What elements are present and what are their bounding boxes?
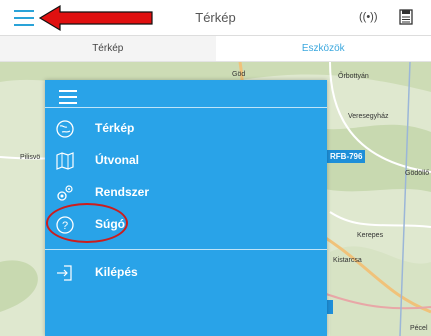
menu-item-label: Súgó bbox=[95, 217, 125, 231]
tab-bar: Térkép Eszközök bbox=[0, 36, 431, 62]
menu-divider bbox=[45, 249, 327, 250]
menu-item-system[interactable]: Rendszer bbox=[45, 179, 327, 207]
map-label: Pécel bbox=[410, 325, 428, 332]
map-label: Veresegyház bbox=[348, 113, 389, 120]
menu-item-help[interactable]: ? Súgó bbox=[45, 211, 327, 239]
gears-icon bbox=[57, 185, 73, 201]
menu-divider bbox=[45, 107, 327, 108]
route-icon bbox=[56, 152, 74, 170]
menu-close-hamburger-icon[interactable] bbox=[59, 90, 77, 104]
notes-icon[interactable] bbox=[399, 9, 413, 25]
svg-text:?: ? bbox=[62, 220, 68, 232]
map-icon bbox=[56, 120, 74, 138]
logout-icon bbox=[57, 265, 72, 281]
menu-item-route[interactable]: Útvonal bbox=[45, 147, 327, 175]
vehicle-plate-label[interactable]: RFB-796 bbox=[327, 150, 366, 163]
help-icon: ? bbox=[56, 216, 74, 234]
map-label: Kerepes bbox=[357, 232, 384, 239]
menu-item-label: Térkép bbox=[95, 121, 135, 135]
map-label: Gödöllő bbox=[405, 170, 429, 177]
top-bar: Térkép ((•)) bbox=[0, 0, 431, 36]
map-label: Göd bbox=[232, 71, 245, 78]
menu-item-label: Kilépés bbox=[95, 265, 138, 279]
menu-item-label: Útvonal bbox=[95, 153, 140, 167]
map-label: Pilisvö bbox=[20, 154, 40, 161]
signal-icon[interactable]: ((•)) bbox=[359, 11, 378, 23]
map-label: Kistarcsa bbox=[333, 257, 362, 264]
map-label: Őrbottyán bbox=[338, 71, 369, 80]
menu-item-logout[interactable]: Kilépés bbox=[45, 259, 327, 287]
tab-map[interactable]: Térkép bbox=[0, 36, 216, 61]
side-menu: Térkép Útvonal Rendszer ? Súgó Kilépés bbox=[45, 80, 327, 336]
menu-item-map[interactable]: Térkép bbox=[45, 115, 327, 143]
menu-item-label: Rendszer bbox=[95, 185, 150, 199]
tab-devices[interactable]: Eszközök bbox=[215, 36, 431, 61]
